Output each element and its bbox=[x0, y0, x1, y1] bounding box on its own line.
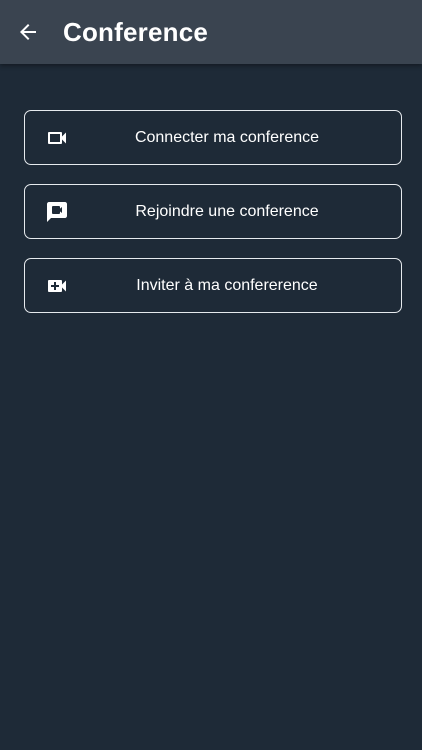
back-button[interactable] bbox=[0, 4, 56, 60]
conference-actions: Connecter ma conference Rejoindre une co… bbox=[24, 110, 402, 332]
video-chat-icon bbox=[45, 200, 69, 224]
arrow-left-icon bbox=[16, 20, 40, 44]
video-call-add-icon bbox=[45, 274, 69, 298]
join-conference-button[interactable]: Rejoindre une conference bbox=[24, 184, 402, 239]
invite-conference-button[interactable]: Inviter à ma confererence bbox=[24, 258, 402, 313]
join-conference-label: Rejoindre une conference bbox=[135, 202, 319, 220]
page-title: Conference bbox=[63, 16, 209, 47]
app-bar: Conference bbox=[0, 0, 422, 64]
invite-conference-label: Inviter à ma confererence bbox=[136, 276, 318, 294]
connect-conference-label: Connecter ma conference bbox=[134, 128, 320, 146]
connect-conference-button[interactable]: Connecter ma conference bbox=[24, 110, 402, 165]
videocam-outline-icon bbox=[45, 126, 69, 150]
